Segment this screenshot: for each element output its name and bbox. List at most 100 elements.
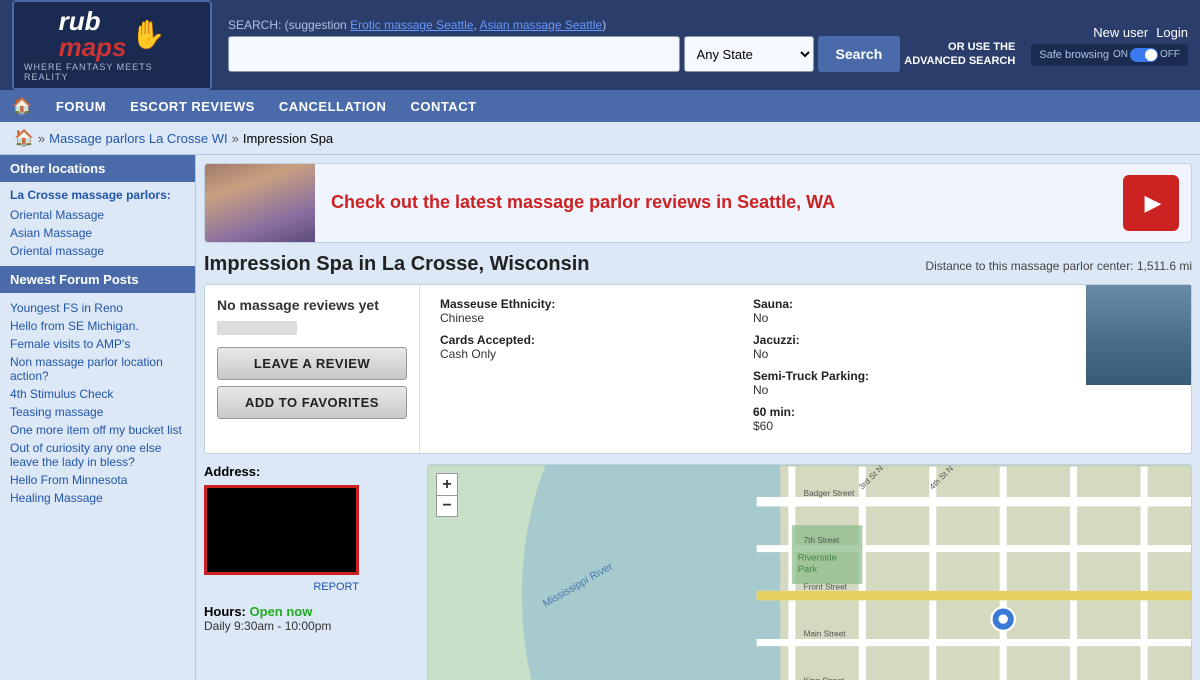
- mid-panel: Masseuse Ethnicity: Chinese Cards Accept…: [428, 285, 1078, 453]
- zoom-in-button[interactable]: +: [436, 473, 458, 495]
- header: rub maps ✋ WHERE FANTASY MEETS REALITY S…: [0, 0, 1200, 90]
- logo-tagline: WHERE FANTASY MEETS REALITY: [24, 62, 200, 82]
- navbar: 🏠 FORUM ESCORT REVIEWS CANCELLATION CONT…: [0, 90, 1200, 122]
- jacuzzi-group: Jacuzzi: No: [753, 333, 1066, 361]
- hours-time: Daily 9:30am - 10:00pm: [204, 619, 419, 633]
- sidebar-forum-posts: Youngest FS in Reno Hello from SE Michig…: [0, 293, 195, 513]
- sauna-value: No: [753, 311, 1066, 325]
- sidebar-forum-3[interactable]: Non massage parlor location action?: [10, 353, 185, 385]
- logo-box: rub maps ✋ WHERE FANTASY MEETS REALITY: [12, 0, 212, 90]
- parking-label: Semi-Truck Parking:: [753, 369, 1066, 383]
- sidebar-forum-7[interactable]: Out of curiosity any one else leave the …: [10, 439, 185, 471]
- svg-text:Front Street: Front Street: [804, 583, 848, 592]
- leave-review-button[interactable]: LEAVE A REVIEW: [217, 347, 407, 380]
- state-select[interactable]: Any State: [684, 36, 814, 72]
- breadcrumb-parlors-link[interactable]: Massage parlors La Crosse WI: [49, 131, 227, 146]
- content: Check out the latest massage parlor revi…: [196, 155, 1200, 680]
- nav-contact[interactable]: CONTACT: [410, 99, 476, 114]
- main: Other locations La Crosse massage parlor…: [0, 155, 1200, 680]
- min60-label: 60 min:: [753, 405, 1066, 419]
- sidebar-forum-8[interactable]: Hello From Minnesota: [10, 471, 185, 489]
- breadcrumb-sep2: »: [232, 131, 239, 146]
- search-suggestion-erotic[interactable]: Erotic massage Seattle: [350, 18, 473, 32]
- min60-value: $60: [753, 419, 1066, 433]
- address-label: Address:: [204, 464, 419, 479]
- search-area: SEARCH: (suggestion Erotic massage Seatt…: [228, 18, 1015, 72]
- new-user-link[interactable]: New user: [1093, 25, 1148, 40]
- search-button[interactable]: Search: [818, 36, 901, 72]
- right-header: New user Login Safe browsing ON OFF: [1031, 25, 1188, 66]
- cards-value: Cash Only: [440, 347, 753, 361]
- search-suggestion-asian[interactable]: Asian massage Seattle: [479, 18, 602, 32]
- nav-home-icon[interactable]: 🏠: [12, 96, 32, 116]
- breadcrumb: 🏠 » Massage parlors La Crosse WI » Impre…: [0, 122, 1200, 155]
- sidebar: Other locations La Crosse massage parlor…: [0, 155, 196, 680]
- masseuse-ethnicity-group: Masseuse Ethnicity: Chinese: [440, 297, 753, 325]
- nav-escort-reviews[interactable]: ESCORT REVIEWS: [130, 99, 255, 114]
- parking-value: No: [753, 383, 1066, 397]
- sidebar-forum-6[interactable]: One more item off my bucket list: [10, 421, 185, 439]
- sidebar-forum-9[interactable]: Healing Massage: [10, 489, 185, 507]
- map-panel: Badger Street 7th Street Front Street Ma…: [427, 464, 1192, 680]
- parking-group: Semi-Truck Parking: No: [753, 369, 1066, 397]
- add-to-favorites-button[interactable]: ADD TO FAVORITES: [217, 386, 407, 419]
- sidebar-other-locations-header: Other locations: [0, 155, 195, 182]
- svg-text:Badger Street: Badger Street: [804, 489, 855, 498]
- toggle-off-label: OFF: [1160, 49, 1180, 60]
- svg-text:King Street: King Street: [804, 677, 845, 680]
- map-svg: Badger Street 7th Street Front Street Ma…: [428, 465, 1191, 680]
- sidebar-forum-0[interactable]: Youngest FS in Reno: [10, 299, 185, 317]
- toggle-switch[interactable]: [1130, 48, 1158, 62]
- logo-text: rub maps: [59, 8, 127, 60]
- hours-label: Hours:: [204, 604, 246, 619]
- sidebar-forum-5[interactable]: Teasing massage: [10, 403, 185, 421]
- details-panel: No massage reviews yet LEAVE A REVIEW AD…: [204, 284, 1192, 454]
- sidebar-lacrosse-section: La Crosse massage parlors: Oriental Mass…: [0, 182, 195, 266]
- svg-text:Main Street: Main Street: [804, 630, 847, 639]
- sidebar-forum-4[interactable]: 4th Stimulus Check: [10, 385, 185, 403]
- jacuzzi-value: No: [753, 347, 1066, 361]
- sidebar-link-oriental-massage2[interactable]: Oriental massage: [10, 242, 185, 260]
- nav-cancellation[interactable]: CANCELLATION: [279, 99, 387, 114]
- right-panel: [1086, 285, 1191, 453]
- svg-text:Riverside: Riverside: [798, 551, 837, 562]
- nav-forum[interactable]: FORUM: [56, 99, 106, 114]
- zoom-out-button[interactable]: −: [436, 495, 458, 517]
- attrs-col1: Masseuse Ethnicity: Chinese Cards Accept…: [440, 297, 753, 369]
- attrs-col2: Sauna: No Jacuzzi: No Semi-Truck Parking…: [753, 297, 1066, 441]
- logo-area: rub maps ✋ WHERE FANTASY MEETS REALITY: [12, 0, 212, 90]
- banner-ad: Check out the latest massage parlor revi…: [204, 163, 1192, 243]
- cards-label: Cards Accepted:: [440, 333, 753, 347]
- parlor-photo-image: [1086, 285, 1191, 385]
- zoom-controls: + −: [436, 473, 458, 517]
- login-link[interactable]: Login: [1156, 25, 1188, 40]
- banner-image: [205, 163, 315, 243]
- search-input[interactable]: [228, 36, 680, 72]
- jacuzzi-label: Jacuzzi:: [753, 333, 1066, 347]
- sidebar-forum-1[interactable]: Hello from SE Michigan.: [10, 317, 185, 335]
- parlor-title: Impression Spa in La Crosse, Wisconsin: [204, 253, 589, 276]
- svg-text:Park: Park: [798, 563, 818, 574]
- breadcrumb-sep1: »: [38, 131, 45, 146]
- search-row: Any State Search OR USE THE ADVANCED SEA…: [228, 36, 1015, 72]
- address-section: Address: REPORT Hours: Open now Daily 9:…: [204, 464, 1192, 680]
- user-links: New user Login: [1093, 25, 1188, 40]
- masseuse-value: Chinese: [440, 311, 753, 325]
- sidebar-lacrosse-title: La Crosse massage parlors:: [10, 188, 185, 202]
- breadcrumb-current: Impression Spa: [243, 131, 333, 146]
- banner-play-button[interactable]: [1123, 175, 1179, 231]
- masseuse-label: Masseuse Ethnicity:: [440, 297, 753, 311]
- report-link[interactable]: REPORT: [313, 581, 359, 593]
- sidebar-forum-posts-header: Newest Forum Posts: [0, 266, 195, 293]
- min60-group: 60 min: $60: [753, 405, 1066, 433]
- address-panel: Address: REPORT Hours: Open now Daily 9:…: [204, 464, 419, 680]
- sidebar-link-asian-massage[interactable]: Asian Massage: [10, 224, 185, 242]
- safe-browsing-toggle[interactable]: ON OFF: [1113, 48, 1180, 62]
- logo-hand-icon: ✋: [131, 18, 166, 51]
- breadcrumb-home-icon[interactable]: 🏠: [14, 128, 34, 148]
- sidebar-link-oriental-massage[interactable]: Oriental Massage: [10, 206, 185, 224]
- sidebar-forum-2[interactable]: Female visits to AMP's: [10, 335, 185, 353]
- toggle-on-label: ON: [1113, 49, 1128, 60]
- left-panel: No massage reviews yet LEAVE A REVIEW AD…: [205, 285, 420, 453]
- advanced-search: OR USE THE ADVANCED SEARCH: [904, 40, 1015, 69]
